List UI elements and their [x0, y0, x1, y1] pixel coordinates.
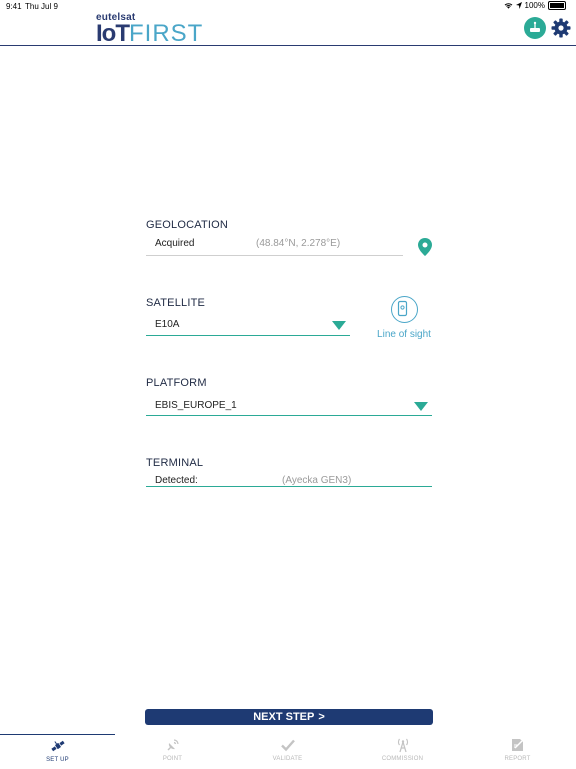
terminal-status: Detected: [155, 475, 198, 486]
battery-icon [548, 1, 566, 10]
eutelsat-iot-first-logo: eutelsat IoTFIRST [96, 12, 203, 46]
battery-percent: 100% [524, 1, 545, 10]
tab-commission-label: COMMISSION [381, 756, 424, 762]
status-time: 9:41 [6, 2, 22, 11]
logo-iot: IoT [96, 20, 130, 47]
router-icon [530, 21, 540, 32]
line-of-sight-label: Line of sight [377, 329, 431, 340]
tab-point[interactable]: POINT [115, 734, 230, 768]
checkmark-icon [280, 739, 295, 752]
terminal-title: TERMINAL [146, 457, 204, 469]
satellite-select[interactable]: E10A [146, 315, 350, 337]
location-arrow-icon [515, 2, 522, 9]
tab-report[interactable]: REPORT [460, 734, 575, 768]
geolocation-coords: (48.84°N, 2.278°E) [256, 238, 341, 249]
platform-select[interactable]: EBIS_EUROPE_1 [146, 395, 432, 417]
satellite-underline [146, 335, 350, 336]
satellite-dropdown-arrow-icon [332, 321, 346, 330]
geolocation-title: GEOLOCATION [146, 219, 229, 231]
geolocation-status: Acquired [155, 238, 195, 249]
platform-title: PLATFORM [146, 377, 207, 389]
platform-selected-value: EBIS_EUROPE_1 [155, 400, 237, 411]
app-header: eutelsat IoTFIRST [0, 12, 576, 46]
antenna-icon [397, 738, 408, 753]
terminal-underline [146, 486, 432, 487]
platform-underline [146, 415, 432, 416]
terminal-status-button[interactable] [524, 17, 546, 39]
tab-validate[interactable]: VALIDATE [230, 734, 345, 768]
satellite-selected-value: E10A [155, 319, 180, 330]
phone-camera-icon [390, 296, 418, 323]
status-date: Thu Jul 9 [25, 2, 58, 11]
tab-setup[interactable]: SET UP [0, 734, 115, 769]
tab-validate-label: VALIDATE [272, 756, 303, 762]
report-icon [511, 739, 523, 751]
geolocation-underline [146, 255, 403, 256]
logo-first: FIRST [129, 20, 204, 47]
next-step-button[interactable]: NEXT STEP > [145, 709, 433, 725]
satellite-icon [50, 740, 65, 752]
bottom-tab-bar: SET UP POINT VALIDATE COMMISSION REPORT [0, 734, 576, 768]
platform-dropdown-arrow-icon [414, 402, 428, 411]
satellite-title: SATELLITE [146, 297, 206, 309]
terminal-model: (Ayecka GEN3) [282, 475, 352, 486]
wifi-icon [504, 3, 512, 9]
tab-commission[interactable]: COMMISSION [345, 734, 460, 768]
tab-report-label: REPORT [504, 756, 531, 762]
location-pin-icon[interactable] [418, 238, 432, 256]
status-indicators: 100% [504, 1, 566, 10]
settings-button[interactable] [550, 17, 572, 39]
tab-setup-label: SET UP [46, 757, 69, 763]
tab-point-label: POINT [162, 756, 183, 762]
next-step-label: NEXT STEP [253, 711, 315, 723]
chevron-right-icon: > [318, 711, 325, 723]
line-of-sight-button[interactable]: Line of sight [376, 296, 432, 340]
status-bar: 9:41 Thu Jul 9 100% [0, 0, 576, 14]
gear-icon [551, 18, 571, 38]
signal-dish-icon [167, 739, 179, 751]
